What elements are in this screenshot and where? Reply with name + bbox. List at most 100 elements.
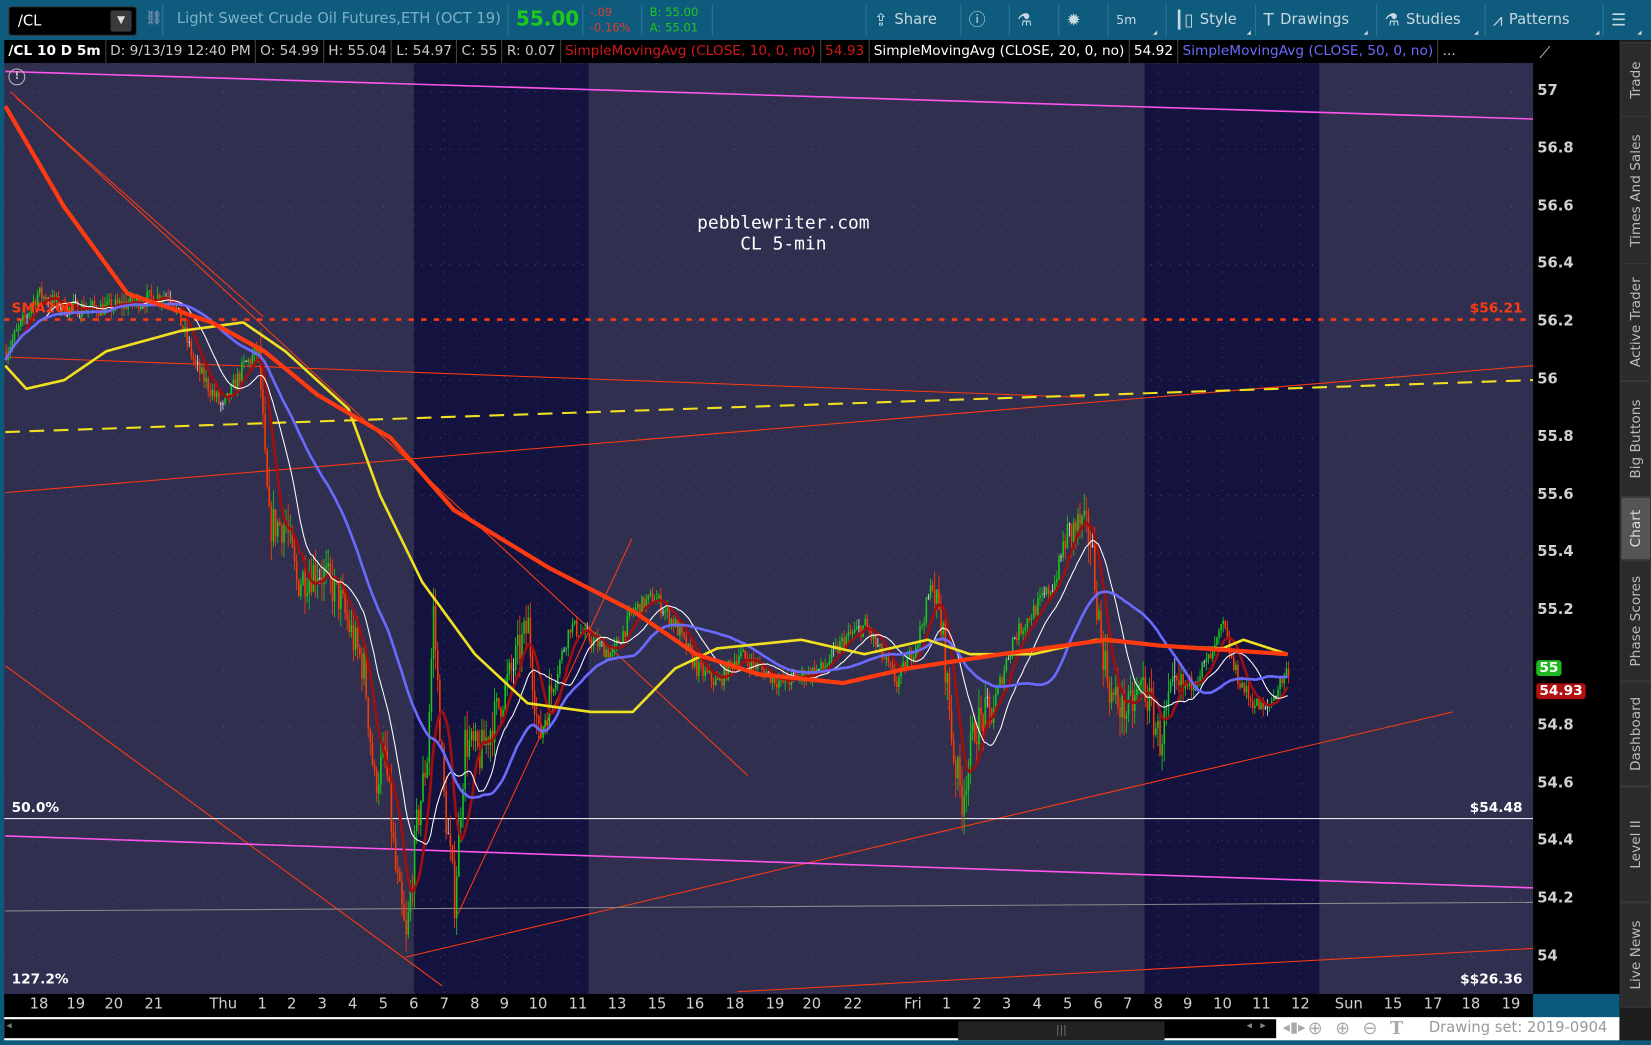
crosshair-icon[interactable]: ⊕	[1308, 1018, 1323, 1039]
candle	[386, 730, 389, 781]
chart-canvas[interactable]	[3, 63, 1534, 994]
gear-button[interactable]: ✹	[1067, 0, 1096, 40]
price-axis[interactable]: ⟋ 57 56.8 56.6 56.4 56.2 56 55.8 55.6 55.4 55.2 55…	[1533, 40, 1620, 994]
flask-icon: ⚗	[1384, 9, 1400, 30]
candle-body	[818, 668, 820, 670]
scroll-right-arrow-icon[interactable]: ▸	[1260, 1020, 1265, 1032]
candle-body	[420, 801, 422, 826]
candle	[841, 632, 843, 650]
candle-body	[1115, 687, 1117, 696]
candle	[872, 633, 875, 648]
candle	[373, 759, 376, 777]
drawing-set-selector[interactable]: Drawing set: 2019-0904	[1429, 1019, 1608, 1036]
flask-button[interactable]: ⚗	[1017, 0, 1044, 40]
candle-body	[681, 626, 683, 633]
candle-body	[510, 662, 513, 670]
tab-phase-scores[interactable]: Phase Scores	[1620, 560, 1651, 682]
candle	[348, 609, 351, 638]
candle-body	[563, 650, 565, 652]
tab-times-and-sales[interactable]: Times And Sales	[1620, 115, 1651, 266]
candle-body	[293, 546, 296, 562]
candle	[693, 654, 696, 669]
tab-trade[interactable]: Trade	[1620, 42, 1651, 118]
candle-body	[679, 626, 681, 636]
tab-dashboard[interactable]: Dashboard	[1620, 681, 1651, 787]
patterns-button[interactable]: ⩘ Patterns	[1493, 0, 1600, 40]
study-sma20-label[interactable]: SimpleMovingAvg (CLOSE, 20, 0, no)	[870, 40, 1130, 64]
candle-body	[498, 698, 500, 708]
candle	[378, 772, 380, 806]
candle-body	[740, 651, 742, 657]
candle-body	[476, 731, 479, 747]
tab-live-news[interactable]: Live News	[1620, 902, 1651, 1008]
zoom-out-icon[interactable]: ⊖	[1362, 1018, 1377, 1039]
link-icon[interactable]: ⛓	[145, 11, 162, 27]
text-t-icon[interactable]: T	[1390, 1018, 1403, 1039]
symbol-selector[interactable]: /CL ▼	[8, 6, 137, 36]
horizontal-scrollbar[interactable]: ◂ ||| ◂ ▸	[4, 1019, 1277, 1041]
time-tick-label: 15	[647, 996, 667, 1013]
candle-body	[1032, 605, 1035, 619]
study-sma50-label[interactable]: SimpleMovingAvg (CLOSE, 50, 0, no)	[1178, 40, 1439, 64]
tab-chart[interactable]: Chart	[1620, 496, 1651, 561]
candle-body	[371, 742, 374, 765]
bid-ask-block: B: 55.00 A: 55.01	[650, 4, 699, 36]
candle	[127, 298, 129, 316]
5m-button[interactable]: 5m	[1116, 0, 1158, 40]
candle-body	[333, 577, 336, 602]
candle-body	[1104, 650, 1107, 670]
style-button[interactable]: ┃▯ Style	[1174, 0, 1252, 40]
candle-body	[978, 707, 980, 745]
time-axis[interactable]: 18 19 20 21 Thu 1 2 3 4 5 6 7 8 9 10 11 13 15 16 18 19 20 22 Fr…	[4, 993, 1534, 1018]
share-button[interactable]: ⇪ Share	[874, 0, 956, 40]
price-tick-label: 56.8	[1537, 139, 1574, 157]
axis-scale-icon[interactable]: ⟋	[1539, 43, 1550, 62]
candle	[889, 661, 892, 670]
time-tick-label: 4	[348, 996, 358, 1013]
menu-button[interactable]: ☰	[1611, 0, 1643, 40]
candle	[660, 587, 662, 619]
tab-active-trader[interactable]: Active Trader	[1620, 263, 1651, 382]
candle-body	[830, 648, 833, 662]
candle-body	[1093, 545, 1096, 591]
tab-big-buttons[interactable]: Big Buttons	[1620, 381, 1651, 497]
candle-body	[525, 620, 527, 634]
candle	[249, 357, 252, 370]
candle	[1068, 522, 1071, 537]
candle	[401, 870, 403, 917]
candle	[270, 500, 273, 561]
price-chart[interactable]: ! pebblewriter.com CL 5-min SMA200 $56.21…	[3, 63, 1534, 994]
studies-button[interactable]: ⚗ Studies	[1385, 0, 1480, 40]
study-sma10-label[interactable]: SimpleMovingAvg (CLOSE, 10, 0, no)	[561, 40, 821, 64]
candle-body	[1203, 661, 1206, 664]
info-button[interactable]: ⓘ	[969, 0, 996, 40]
candle-body	[1152, 697, 1155, 735]
zoom-in-icon[interactable]: ⊕	[1335, 1018, 1350, 1039]
candle	[245, 360, 247, 363]
candle	[310, 557, 313, 596]
candle-body	[281, 525, 283, 543]
info-icon: ⓘ	[968, 9, 986, 30]
chevron-down-icon[interactable]: ▼	[110, 10, 132, 32]
candle	[148, 290, 151, 299]
watermark-caption: CL 5-min	[740, 233, 827, 255]
candle-body	[647, 594, 650, 600]
more-studies[interactable]: ...	[1438, 40, 1459, 63]
expand-icon[interactable]: ◂▮▸	[1282, 1019, 1305, 1036]
candle	[1047, 584, 1050, 599]
scrollbar-thumb[interactable]: |||	[958, 1021, 1165, 1041]
candle	[1060, 553, 1062, 563]
candle	[196, 355, 199, 372]
candle-body	[415, 809, 418, 832]
candle-body	[948, 673, 951, 711]
drawings-button[interactable]: T Drawings	[1264, 0, 1369, 40]
candle	[740, 646, 742, 660]
alert-icon[interactable]: !	[8, 68, 26, 86]
tab-level-ii[interactable]: Level II	[1620, 786, 1651, 903]
scroll-left-arrow-icon[interactable]: ◂	[1247, 1020, 1252, 1032]
scroll-left-icon[interactable]: ◂	[6, 1020, 11, 1032]
candle-body	[401, 881, 403, 905]
candle-body	[1174, 676, 1176, 678]
candle-body	[1026, 618, 1029, 628]
menu-corner-icon	[1637, 30, 1642, 35]
